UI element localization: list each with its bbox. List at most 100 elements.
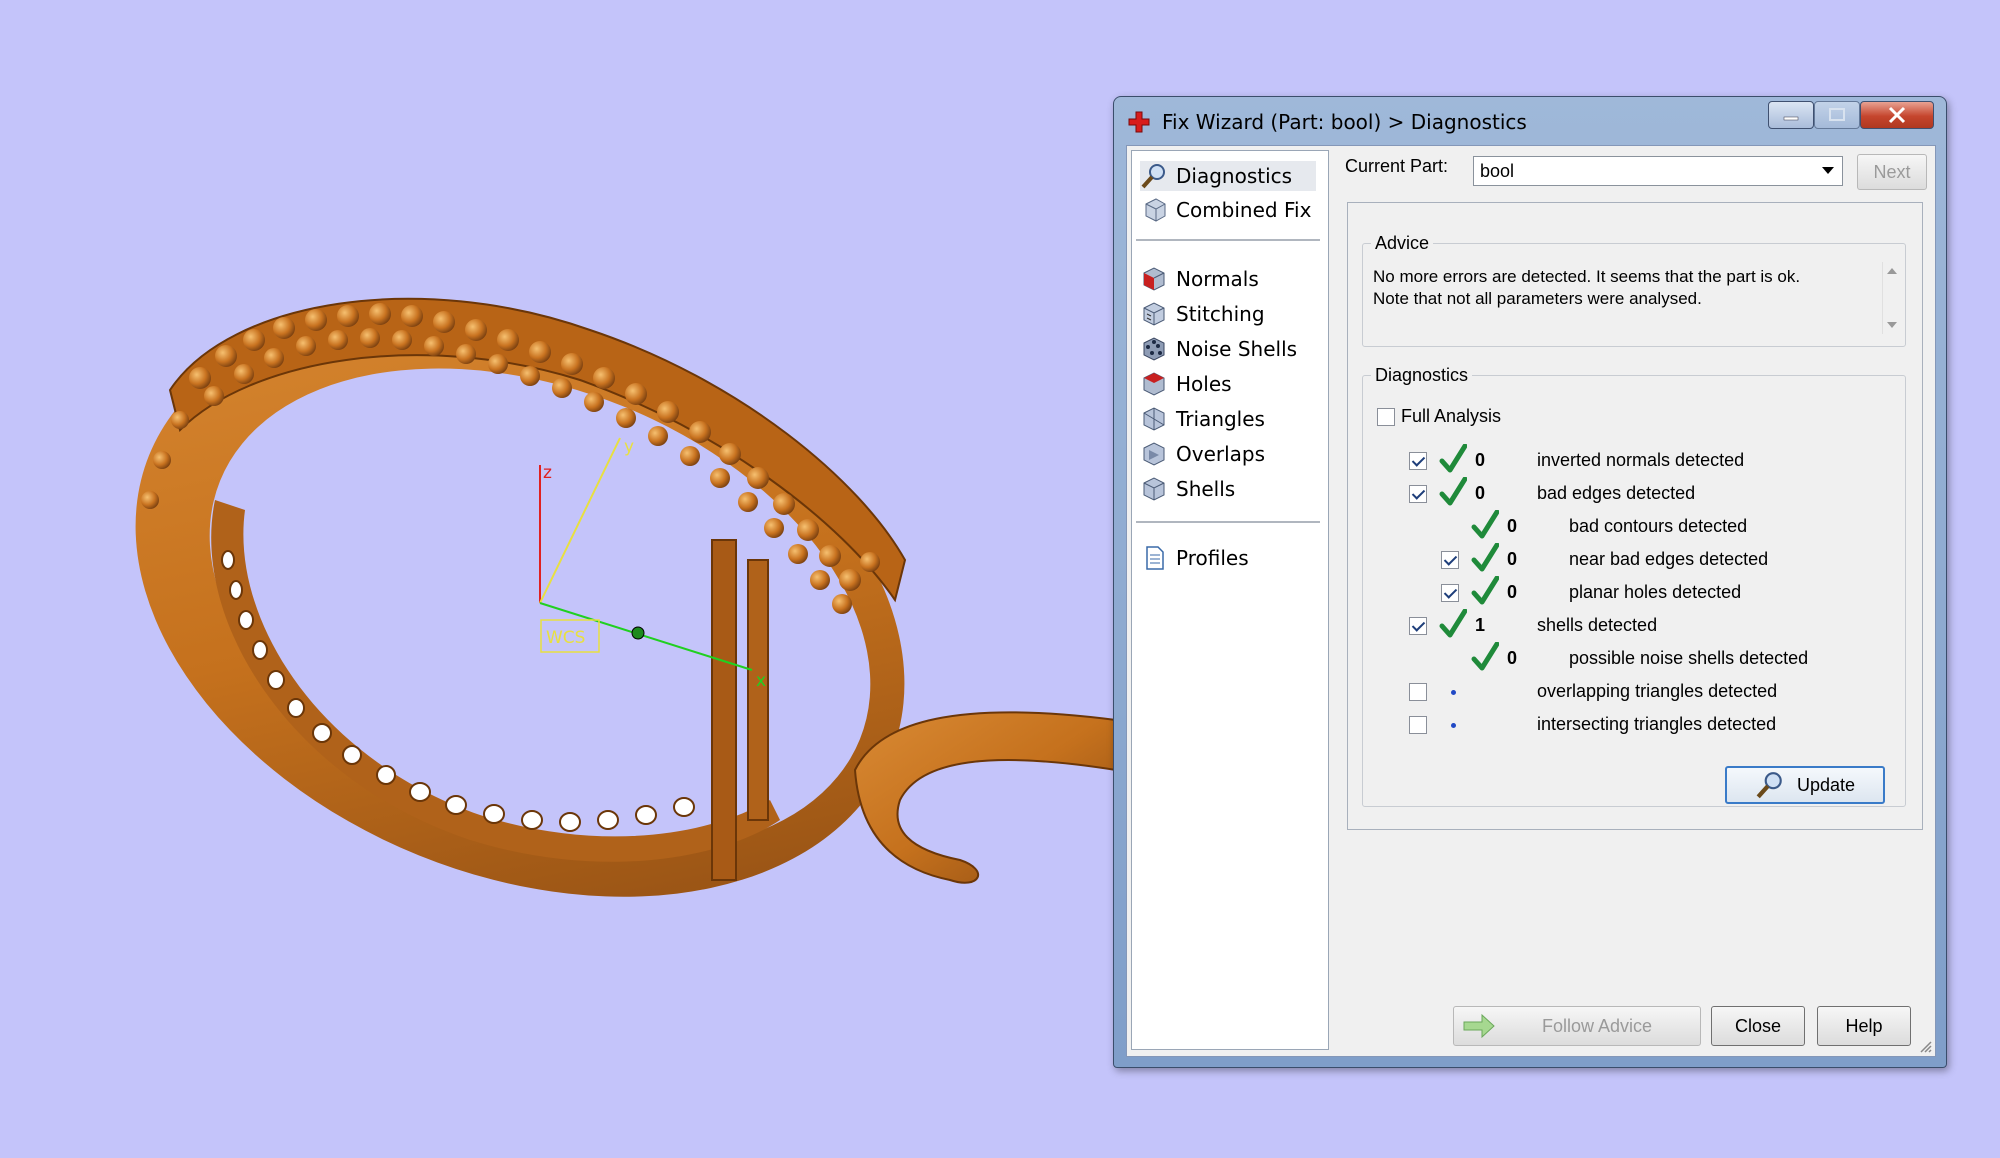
- not-analysed-dot-icon: [1451, 690, 1456, 695]
- diagnostic-message: bad edges detected: [1537, 483, 1696, 503]
- advice-line-2: Note that not all parameters were analys…: [1373, 289, 1702, 308]
- magnifier-icon: [1756, 772, 1782, 799]
- cube-overlap-icon: [1143, 442, 1165, 466]
- arrow-right-icon: [1463, 1013, 1495, 1039]
- axis-x-label: x: [756, 671, 766, 691]
- nav-item-label: Stitching: [1176, 302, 1265, 326]
- check-ok-icon: [1471, 641, 1500, 672]
- nav-item-label: Triangles: [1176, 407, 1265, 431]
- nav-item-label: Noise Shells: [1176, 337, 1298, 361]
- full-analysis-label: Full Analysis: [1401, 406, 1502, 426]
- current-part-value: bool: [1480, 161, 1515, 181]
- nav-item-normals[interactable]: Normals: [1140, 264, 1259, 294]
- maximize-button[interactable]: [1814, 101, 1860, 129]
- nav-item-holes[interactable]: Holes: [1140, 369, 1232, 399]
- nav-item-label: Shells: [1176, 477, 1236, 501]
- help-button[interactable]: Help: [1817, 1006, 1911, 1046]
- cube-triangle-icon: [1143, 407, 1165, 431]
- diagnostic-count: 1: [1475, 615, 1486, 635]
- cube-stitch-icon: [1143, 302, 1165, 326]
- dialog-client-area: Diagnostics Combined Fix Normals Stitchi…: [1126, 145, 1936, 1057]
- nav-item-label: Normals: [1176, 267, 1259, 291]
- follow-advice-label: Follow Advice: [1541, 1015, 1653, 1036]
- current-part-label: Current Part:: [1345, 156, 1449, 176]
- diagnostic-count: 0: [1507, 648, 1518, 668]
- check-ok-icon: [1439, 443, 1468, 474]
- diagnostic-message: planar holes detected: [1569, 582, 1742, 602]
- check-ok-icon: [1471, 509, 1500, 540]
- diagnostic-count: 0: [1475, 450, 1486, 470]
- nav-item-stitching[interactable]: Stitching: [1140, 299, 1265, 329]
- diagnostic-checkbox[interactable]: [1409, 617, 1427, 635]
- diagnostics-panel: Advice No more errors are detected. It s…: [1347, 202, 1923, 830]
- nav-item-triangles[interactable]: Triangles: [1140, 404, 1265, 434]
- nav-item-overlaps[interactable]: Overlaps: [1140, 439, 1265, 469]
- diagnostic-message: possible noise shells detected: [1569, 648, 1809, 668]
- diagnostic-checkbox[interactable]: [1409, 716, 1427, 734]
- diagnostic-checkbox[interactable]: [1409, 683, 1427, 701]
- wcs-label: WCS: [546, 628, 585, 648]
- diagnostic-message: intersecting triangles detected: [1537, 714, 1777, 734]
- scroll-down-icon[interactable]: [1887, 322, 1897, 328]
- nav-item-diagnostics[interactable]: Diagnostics: [1140, 161, 1316, 191]
- magnifier-icon: [1141, 164, 1165, 189]
- advice-line-1: No more errors are detected. It seems th…: [1373, 267, 1801, 286]
- cube-shell-icon: [1143, 477, 1165, 501]
- diagnostic-count: 0: [1475, 483, 1486, 503]
- check-ok-icon: [1439, 608, 1468, 639]
- current-part-select[interactable]: bool: [1473, 156, 1843, 186]
- nav-item-combined-fix[interactable]: Combined Fix: [1140, 195, 1311, 225]
- scroll-up-icon[interactable]: [1887, 268, 1897, 274]
- diagnostic-checkbox[interactable]: [1441, 584, 1459, 602]
- nav-item-label: Profiles: [1176, 546, 1249, 570]
- nav-item-label: Diagnostics: [1176, 164, 1293, 188]
- diagnostic-message: shells detected: [1537, 615, 1658, 635]
- update-button[interactable]: Update: [1725, 766, 1885, 804]
- cube-red-face-icon: [1143, 267, 1165, 291]
- diagnostics-group: Diagnostics Full Analysis 0 inverted norm…: [1362, 365, 1906, 807]
- diagnostic-message: inverted normals detected: [1537, 450, 1745, 470]
- ring-model[interactable]: z y x WCS: [0, 0, 1116, 1158]
- title-bar[interactable]: Fix Wizard (Part: bool) > Diagnostics: [1114, 97, 1946, 143]
- fix-wizard-window: Fix Wizard (Part: bool) > Diagnostics Di…: [1113, 96, 1947, 1068]
- cube-dots-icon: [1143, 337, 1165, 361]
- check-ok-icon: [1471, 575, 1500, 606]
- nav-item-noise-shells[interactable]: Noise Shells: [1140, 334, 1297, 364]
- check-ok-icon: [1439, 476, 1468, 507]
- close-window-button[interactable]: [1860, 101, 1934, 129]
- full-analysis-checkbox[interactable]: [1377, 408, 1395, 426]
- next-button[interactable]: Next: [1857, 154, 1927, 190]
- 3d-viewport[interactable]: z y x WCS: [0, 0, 1116, 1158]
- follow-advice-button[interactable]: Follow Advice: [1453, 1006, 1701, 1046]
- axis-z-label: z: [543, 463, 552, 483]
- diagnostic-count: 0: [1507, 582, 1518, 602]
- advice-scrollbar[interactable]: [1882, 262, 1901, 334]
- resize-grip-icon[interactable]: [1919, 1040, 1933, 1054]
- diagnostic-checkbox[interactable]: [1441, 551, 1459, 569]
- axis-y-label: y: [624, 437, 634, 457]
- red-cross-icon: [1128, 111, 1150, 133]
- close-button[interactable]: Close: [1711, 1006, 1805, 1046]
- cube-icon: [1145, 198, 1166, 222]
- nav-item-label: Overlaps: [1176, 442, 1266, 466]
- diagnostic-count: 0: [1507, 549, 1518, 569]
- nav-item-profiles[interactable]: Profiles: [1140, 543, 1249, 573]
- chevron-down-icon: [1822, 167, 1834, 174]
- not-analysed-dot-icon: [1451, 723, 1456, 728]
- document-icon: [1146, 546, 1164, 570]
- wizard-nav-panel: Diagnostics Combined Fix Normals Stitchi…: [1131, 150, 1329, 1050]
- cube-red-icon: [1143, 372, 1165, 396]
- maximize-icon: [1829, 108, 1845, 121]
- advice-text: No more errors are detected. It seems th…: [1373, 266, 1877, 336]
- diagnostic-checkbox[interactable]: [1409, 485, 1427, 503]
- diagnostic-message: near bad edges detected: [1569, 549, 1769, 569]
- nav-item-label: Combined Fix: [1176, 198, 1312, 222]
- nav-item-shells[interactable]: Shells: [1140, 474, 1235, 504]
- advice-group: Advice No more errors are detected. It s…: [1362, 233, 1906, 347]
- minimize-icon: [1783, 116, 1799, 121]
- minimize-button[interactable]: [1768, 101, 1814, 129]
- diagnostics-title: Diagnostics: [1375, 365, 1469, 385]
- diagnostic-message: bad contours detected: [1569, 516, 1748, 536]
- diagnostic-checkbox[interactable]: [1409, 452, 1427, 470]
- window-title: Fix Wizard (Part: bool) > Diagnostics: [1162, 110, 1527, 134]
